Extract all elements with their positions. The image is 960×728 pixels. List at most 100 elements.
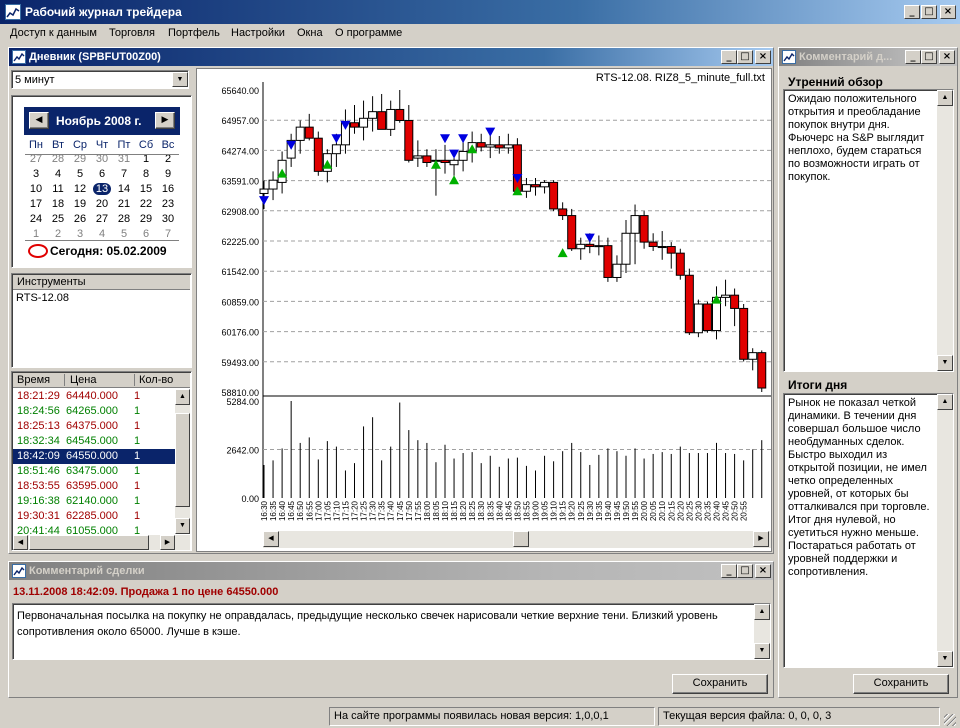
calendar-day-selected[interactable]: 13 <box>93 183 111 195</box>
menu-trading[interactable]: Торговля <box>109 27 155 39</box>
calendar-day[interactable]: 22 <box>135 198 157 210</box>
calendar-day[interactable]: 10 <box>25 183 47 195</box>
today-label[interactable]: Сегодня: 05.02.2009 <box>50 244 167 258</box>
results-vscroll[interactable]: ▲ ▼ <box>937 394 953 667</box>
calendar-day[interactable]: 5 <box>69 168 91 180</box>
calendar-day[interactable]: 12 <box>69 183 91 195</box>
calendar-day[interactable]: 7 <box>157 228 179 240</box>
table-row[interactable]: 18:32:34 64545.000 1 <box>13 434 175 449</box>
calendar-day[interactable]: 2 <box>47 228 69 240</box>
scroll-thumb[interactable] <box>175 413 190 507</box>
chart-scroll-left-icon[interactable]: ◀ <box>263 531 279 547</box>
resize-grip-icon[interactable] <box>944 714 956 726</box>
day-results-textarea[interactable]: Рынок не показал четкой динамики. В тече… <box>783 393 954 668</box>
table-row[interactable]: 18:21:29 64440.000 1 <box>13 389 175 404</box>
calendar-day[interactable]: 23 <box>157 198 179 210</box>
dropdown-arrow-icon[interactable]: ▼ <box>172 72 188 87</box>
calendar-day[interactable]: 8 <box>135 168 157 180</box>
day-comment-minimize-icon[interactable]: _ <box>905 50 921 64</box>
calendar-day[interactable]: 3 <box>25 168 47 180</box>
calendar-day[interactable]: 7 <box>113 168 135 180</box>
calendar-day[interactable]: 11 <box>47 183 69 195</box>
calendar-day[interactable]: 20 <box>91 198 113 210</box>
calendar-next-icon[interactable]: ▶ <box>155 112 175 129</box>
table-row[interactable]: 18:53:55 63595.000 1 <box>13 479 175 494</box>
scroll-right-icon[interactable]: ▶ <box>160 535 175 550</box>
deal-comment-close-icon[interactable]: × <box>755 564 771 578</box>
calendar-day[interactable]: 30 <box>157 213 179 225</box>
scroll-left-icon[interactable]: ◀ <box>13 535 28 550</box>
morning-scroll-down-icon[interactable]: ▼ <box>937 355 953 371</box>
calendar-day[interactable]: 14 <box>113 183 135 195</box>
close-icon[interactable]: × <box>940 5 956 19</box>
deal-save-button[interactable]: Сохранить <box>672 674 768 694</box>
calendar-day[interactable]: 6 <box>91 168 113 180</box>
interval-select[interactable]: 5 минут ▼ <box>11 70 189 89</box>
calendar-day[interactable]: 17 <box>25 198 47 210</box>
table-row[interactable]: 18:42:09 64550.000 1 <box>13 449 175 464</box>
day-comment-maximize-icon[interactable]: □ <box>921 50 937 64</box>
day-comment-save-button[interactable]: Сохранить <box>853 674 949 694</box>
table-row[interactable]: 19:30:31 62285.000 1 <box>13 509 175 524</box>
diary-minimize-icon[interactable]: _ <box>721 50 737 64</box>
results-scroll-up-icon[interactable]: ▲ <box>937 394 953 410</box>
morning-review-textarea[interactable]: Ожидаю положительного открытия и преобла… <box>783 89 954 372</box>
calendar-day[interactable]: 5 <box>113 228 135 240</box>
chart-scroll-thumb[interactable] <box>513 531 529 547</box>
trades-hscroll[interactable]: ◀ ▶ <box>13 535 190 550</box>
calendar-day[interactable]: 18 <box>47 198 69 210</box>
deal-scroll-up-icon[interactable]: ▲ <box>754 604 770 620</box>
calendar-day[interactable]: 21 <box>113 198 135 210</box>
col-qty[interactable]: Кол-во <box>139 374 173 386</box>
chart-area[interactable]: RTS-12.08. RIZ8_5_minute_full.txt 65640.… <box>196 68 772 552</box>
scroll-up-icon[interactable]: ▲ <box>175 389 190 405</box>
scroll-down-icon[interactable]: ▼ <box>175 518 190 534</box>
morning-scroll-up-icon[interactable]: ▲ <box>937 90 953 106</box>
table-row[interactable]: 18:51:46 63475.000 1 <box>13 464 175 479</box>
deal-comment-textarea[interactable]: Первоначальная посылка на покупку не опр… <box>12 603 771 660</box>
calendar-day[interactable]: 6 <box>135 228 157 240</box>
calendar-month[interactable]: Ноябрь 2008 г. <box>56 114 141 128</box>
maximize-icon[interactable]: □ <box>921 5 937 19</box>
deal-comment-minimize-icon[interactable]: _ <box>721 564 737 578</box>
col-time[interactable]: Время <box>17 374 65 386</box>
instrument-item[interactable]: RTS-12.08 <box>16 292 69 304</box>
deal-comment-maximize-icon[interactable]: □ <box>737 564 753 578</box>
day-comment-close-icon[interactable]: × <box>939 50 955 64</box>
calendar-day[interactable]: 26 <box>69 213 91 225</box>
calendar-day[interactable]: 24 <box>25 213 47 225</box>
menu-data-access[interactable]: Доступ к данным <box>10 27 97 39</box>
diary-maximize-icon[interactable]: □ <box>737 50 753 64</box>
chart-hscroll[interactable]: ◀ ▶ <box>263 531 771 548</box>
calendar-day[interactable]: 1 <box>25 228 47 240</box>
calendar-prev-icon[interactable]: ◀ <box>29 112 49 129</box>
table-row[interactable]: 18:25:13 64375.000 1 <box>13 419 175 434</box>
col-price[interactable]: Цена <box>70 374 135 386</box>
deal-vscroll[interactable]: ▲ ▼ <box>754 604 770 659</box>
chart-scroll-right-icon[interactable]: ▶ <box>753 531 769 547</box>
calendar-day[interactable]: 28 <box>113 213 135 225</box>
morning-vscroll[interactable]: ▲ ▼ <box>937 90 953 371</box>
minimize-icon[interactable]: _ <box>904 5 920 19</box>
trades-vscroll[interactable]: ▲ ▼ <box>175 389 190 534</box>
menu-windows[interactable]: Окна <box>297 27 323 39</box>
menu-portfolio[interactable]: Портфель <box>168 27 220 39</box>
calendar-day[interactable]: 16 <box>157 183 179 195</box>
menu-settings[interactable]: Настройки <box>231 27 285 39</box>
diary-close-icon[interactable]: × <box>755 50 771 64</box>
results-scroll-down-icon[interactable]: ▼ <box>937 651 953 667</box>
table-row[interactable]: 19:16:38 62140.000 1 <box>13 494 175 509</box>
calendar-day[interactable]: 3 <box>69 228 91 240</box>
table-row[interactable]: 18:24:56 64265.000 1 <box>13 404 175 419</box>
menu-about[interactable]: О программе <box>335 27 402 39</box>
deal-scroll-down-icon[interactable]: ▼ <box>754 643 770 659</box>
hscroll-thumb[interactable] <box>29 535 149 550</box>
calendar-day[interactable]: 4 <box>47 168 69 180</box>
calendar-day[interactable]: 29 <box>135 213 157 225</box>
calendar-day[interactable]: 9 <box>157 168 179 180</box>
calendar-day[interactable]: 25 <box>47 213 69 225</box>
calendar-day[interactable]: 19 <box>69 198 91 210</box>
candlestick-chart[interactable]: 65640.00 64957.00 64274.00 63591.00 62908.00… <box>197 69 771 551</box>
calendar-day[interactable]: 15 <box>135 183 157 195</box>
calendar-day[interactable]: 27 <box>91 213 113 225</box>
